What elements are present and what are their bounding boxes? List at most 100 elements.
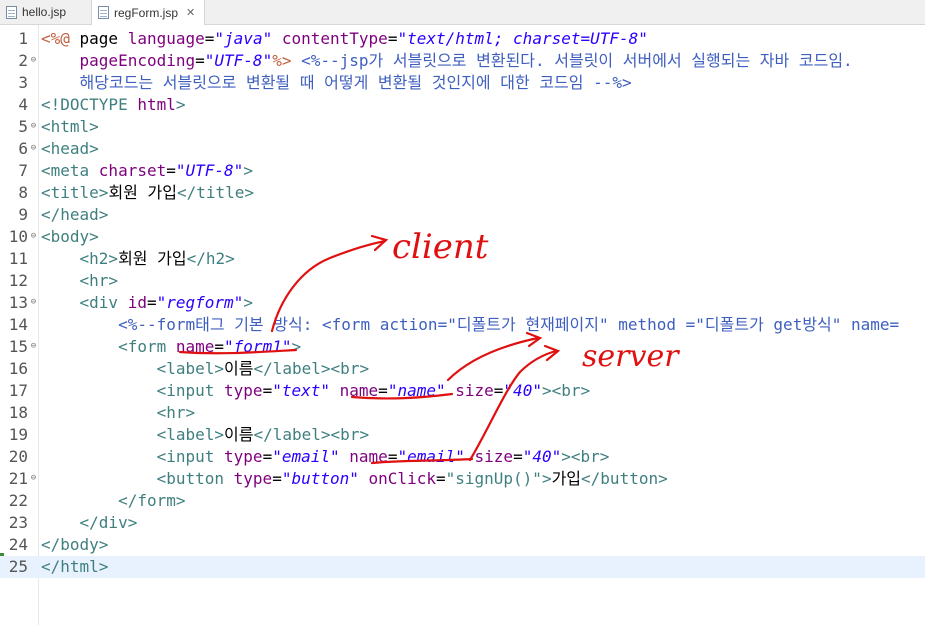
code-token: ><br> [541,381,591,400]
line-number: 4 [18,95,28,114]
code-line[interactable]: 19 <label>이름</label><br> [0,424,925,446]
code-line[interactable]: 13 ⊖ <div id="regform"> [0,292,925,314]
code-line[interactable]: 20 <input type="email" name="email" size… [0,446,925,468]
code-text: <label>이름</label><br> [41,424,369,446]
code-token: </title> [176,183,255,202]
code-line[interactable]: 15 ⊖ <form name="form1"> [0,336,925,358]
line-number: 7 [18,161,28,180]
code-token: "regform" [156,293,244,312]
code-token: "name" [387,381,446,400]
code-line[interactable]: 14 <%--form태그 기본 방식: <form action="디폴트가 … [0,314,925,336]
code-line[interactable]: 4 <!DOCTYPE html> [0,94,925,116]
code-token: = [204,29,215,48]
code-token: type [233,469,273,488]
code-line[interactable]: 5 ⊖ <html> [0,116,925,138]
code-token: "text/html; charset=UTF-8" [397,29,648,48]
code-token: = [378,381,388,400]
code-text: 해당코드는 서블릿으로 변환될 때 어떻게 변환될 것인지에 대한 코드임 --… [41,72,632,94]
fold-toggle-icon[interactable]: ⊖ [29,232,38,241]
code-token: 해당코드는 서블릿으로 변환될 때 어떻게 변환될 것인지에 대한 코드임 --… [41,73,632,92]
line-number: 24 [8,535,28,554]
code-token: type [224,447,263,466]
code-text: <meta charset="UTF-8"> [41,160,253,182]
code-text: <form name="form1"> [41,336,301,358]
fold-toggle-icon[interactable]: ⊖ [29,122,38,131]
code-line[interactable]: 18 <hr> [0,402,925,424]
code-token: = [195,51,205,70]
code-token: <h2> [79,249,119,268]
line-number: 18 [8,403,28,422]
code-line[interactable]: 16 <label>이름</label><br> [0,358,925,380]
code-token: </label><br> [253,359,370,378]
code-token: language [127,29,205,48]
code-token: 이름 [224,425,254,444]
code-token: "40" [522,447,562,466]
code-token: <%@ [41,29,80,48]
code-text: </body> [41,534,108,556]
line-number: 20 [8,447,28,466]
code-text: <body> [41,226,99,248]
code-line[interactable]: 10 ⊖ <body> [0,226,925,248]
code-token: > [243,293,253,312]
code-line[interactable]: 11 <h2>회원 가입</h2> [0,248,925,270]
line-number: 15 [8,337,28,356]
code-line[interactable]: 23 </div> [0,512,925,534]
code-token: <label> [156,359,225,378]
code-token: <hr> [79,271,119,290]
code-text: pageEncoding="UTF-8"%> <%--jsp가 서블릿으로 변환… [41,50,853,72]
code-line[interactable]: 7 <meta charset="UTF-8"> [0,160,925,182]
code-token: "email" [272,447,340,466]
code-token: "text" [272,381,330,400]
code-token: size [455,381,494,400]
code-line[interactable]: 17 <input type="text" name="name" size="… [0,380,925,402]
code-token: <!DOCTYPE [41,95,138,114]
code-line[interactable]: 2 ⊖ pageEncoding="UTF-8"%> <%--jsp가 서블릿으로… [0,50,925,72]
code-line[interactable]: 3 해당코드는 서블릿으로 변환될 때 어떻게 변환될 것인지에 대한 코드임 … [0,72,925,94]
code-token: ><br> [561,447,610,466]
fold-toggle-icon[interactable]: ⊖ [29,56,38,65]
code-token: <button [156,469,234,488]
code-line[interactable]: 1 <%@ page language="java" contentType="t… [0,28,925,50]
code-token: = [435,469,446,488]
close-icon[interactable]: ✕ [186,6,195,19]
line-number: 23 [8,513,28,532]
code-line[interactable]: 25 </html> [0,556,925,578]
code-line[interactable]: 9 </head> [0,204,925,226]
line-number: 13 [8,293,28,312]
editor-tab-bar: hello.jsp regForm.jsp ✕ [0,0,925,25]
fold-toggle-icon[interactable]: ⊖ [29,298,38,307]
code-token: > [541,469,552,488]
code-token: 회원 가입 [108,183,177,202]
code-token: = [513,447,523,466]
code-token: size [474,447,514,466]
code-line[interactable]: 12 <hr> [0,270,925,292]
code-token: "UTF-8" [175,161,244,180]
tab-hello-jsp[interactable]: hello.jsp [0,0,90,24]
code-line[interactable]: 21 ⊖ <button type="button" onClick="signU… [0,468,925,490]
line-number: 9 [18,205,28,224]
code-line[interactable]: 22 </form> [0,490,925,512]
tab-regform-jsp[interactable]: regForm.jsp ✕ [91,0,205,25]
fold-toggle-icon[interactable]: ⊖ [29,342,38,351]
code-token: "java" [214,29,273,48]
code-line[interactable]: 6 ⊖ <head> [0,138,925,160]
code-token: = [262,381,273,400]
code-token: = [146,293,157,312]
fold-toggle-icon[interactable]: ⊖ [29,474,38,483]
code-token: </h2> [186,249,235,268]
tab-label: hello.jsp [22,5,67,19]
code-token: <head> [41,139,99,158]
code-editor[interactable]: 1 <%@ page language="java" contentType="t… [0,25,925,625]
code-line[interactable]: 8 <title>회원 가입</title> [0,182,925,204]
code-token: </body> [41,535,109,554]
line-number: 10 [8,227,28,246]
code-line[interactable]: 24 </body> [0,534,925,556]
fold-toggle-icon[interactable]: ⊖ [29,144,38,153]
code-token: contentType [281,29,388,48]
